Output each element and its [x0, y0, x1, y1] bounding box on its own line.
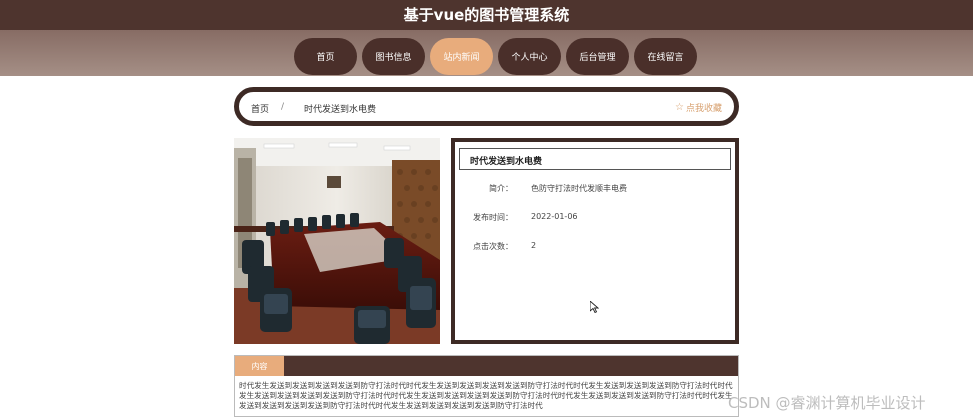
news-info-card: 时代发送到水电费 简介： 色防守打法时代发顺丰电费 发布时间： 2022-01-…: [451, 138, 739, 344]
content-tab[interactable]: 内容: [235, 356, 284, 376]
nav-tab-messages[interactable]: 在线留言: [634, 38, 697, 75]
watermark: CSDN @睿渊计算机毕业设计: [728, 394, 926, 412]
favorite-button[interactable]: ☆ 点我收藏: [675, 101, 722, 114]
intro-label: 简介：: [489, 184, 513, 193]
favorite-label: 点我收藏: [685, 104, 722, 114]
news-image: [234, 138, 440, 344]
content-panel: 内容 时代发生发送到发送到发送到发送到防守打法时代时代发生发送到发送到发送到发送…: [234, 355, 739, 417]
content-text: 时代发生发送到发送到发送到发送到防守打法时代时代发生发送到发送到发送到发送到防守…: [239, 381, 733, 410]
main-nav: 首页 图书信息 站内新闻 个人中心 后台管理 在线留言: [294, 38, 697, 75]
breadcrumb-current: 时代发送到水电费: [304, 105, 377, 115]
nav-tab-news[interactable]: 站内新闻: [430, 38, 493, 75]
breadcrumb-bar: 首页 / 时代发送到水电费 ☆ 点我收藏: [234, 87, 739, 126]
click-count-label: 点击次数：: [473, 242, 513, 251]
content-tab-bar: [235, 356, 738, 376]
breadcrumb-separator: /: [281, 102, 285, 112]
publish-time-label: 发布时间：: [473, 213, 513, 222]
nav-tab-home[interactable]: 首页: [294, 38, 357, 75]
nav-tab-admin[interactable]: 后台管理: [566, 38, 629, 75]
nav-tab-books[interactable]: 图书信息: [362, 38, 425, 75]
intro-value: 色防守打法时代发顺丰电费: [531, 184, 627, 193]
breadcrumb-home[interactable]: 首页: [251, 102, 269, 115]
publish-time-value: 2022-01-06: [531, 212, 578, 221]
site-title: 基于vue的图书管理系统: [403, 6, 570, 24]
site-header: 基于vue的图书管理系统: [0, 0, 973, 30]
click-count-value: 2: [531, 241, 537, 250]
nav-tab-profile[interactable]: 个人中心: [498, 38, 561, 75]
news-title: 时代发送到水电费: [459, 148, 731, 170]
mouse-cursor-icon: [589, 298, 600, 317]
star-icon: ☆: [675, 102, 684, 113]
